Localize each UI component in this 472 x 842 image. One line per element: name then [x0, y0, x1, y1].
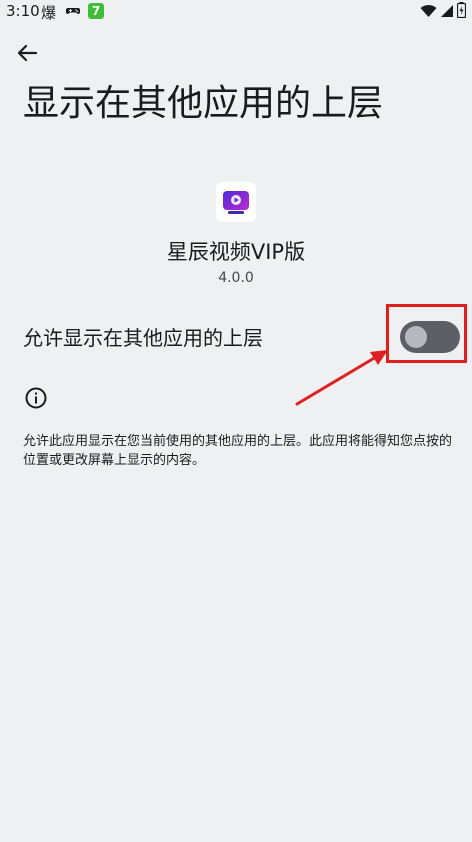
gamepad-icon: [65, 3, 81, 19]
app-icon: [216, 182, 256, 222]
setting-label: 允许显示在其他应用的上层: [23, 326, 263, 350]
back-button[interactable]: [14, 42, 40, 68]
status-right-icons: [420, 2, 467, 22]
status-bar: 3:10 爆 7: [0, 0, 472, 24]
wifi-icon: [420, 3, 437, 22]
app-name: 星辰视频VIP版: [166, 240, 306, 264]
battery-icon: [456, 2, 467, 22]
status-time: 3:10: [6, 2, 40, 20]
notification-char: 爆: [41, 4, 57, 22]
app-version: 4.0.0: [218, 270, 254, 286]
back-arrow-icon: [16, 42, 38, 68]
page-title: 显示在其他应用的上层: [23, 83, 384, 124]
permission-description: 允许此应用显示在您当前使用的其他应用的上层。此应用将能得知您点按的位置或更改屏幕…: [23, 434, 453, 468]
signal-icon: [440, 3, 454, 22]
red-arrow-annotation: [295, 350, 388, 406]
app-seven-icon: 7: [88, 3, 104, 19]
info-icon: [24, 386, 48, 410]
